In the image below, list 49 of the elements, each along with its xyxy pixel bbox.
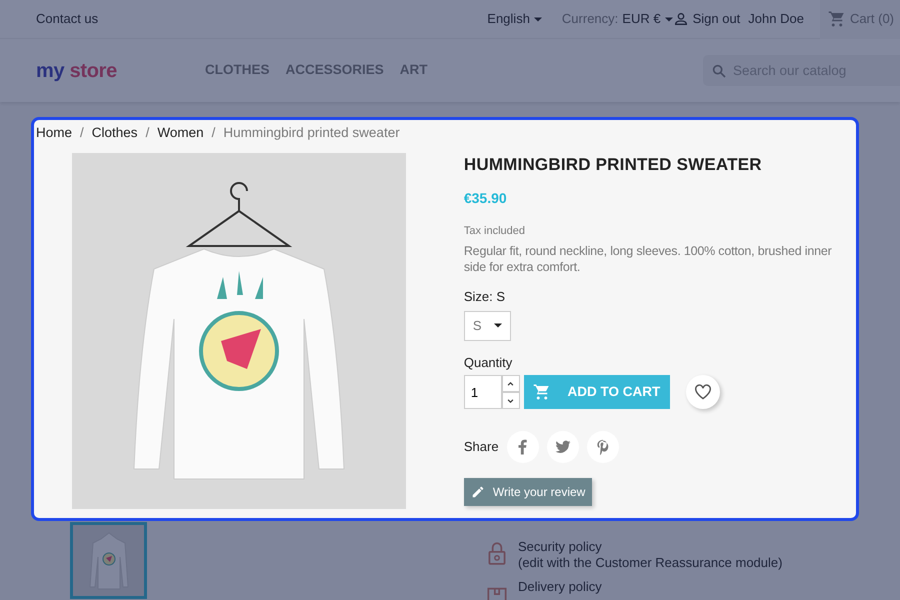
thumbnail[interactable] <box>70 522 147 599</box>
breadcrumb-link[interactable]: Clothes <box>92 123 138 144</box>
cart-icon <box>828 10 846 28</box>
breadcrumb-link[interactable]: Home <box>36 123 72 144</box>
breadcrumb-separator: / <box>146 124 150 142</box>
store-logo[interactable]: my store <box>36 56 205 86</box>
product-price: €35.90 <box>464 188 508 208</box>
caret-icon <box>534 16 542 22</box>
tax-note: Tax included <box>464 224 526 239</box>
product-title: HUMMINGBIRD PRINTED SWEATER <box>464 155 763 176</box>
contact-link[interactable]: Contact us <box>36 9 98 29</box>
increase-button[interactable] <box>502 375 520 392</box>
share-button[interactable] <box>586 431 619 464</box>
policy-title: Delivery policy <box>518 579 602 595</box>
chevron-up-icon <box>507 382 514 386</box>
decrease-button[interactable] <box>502 392 520 410</box>
size-select[interactable]: S <box>464 310 511 341</box>
language-dropdown[interactable]: English <box>487 9 542 29</box>
share-button[interactable] <box>546 431 579 464</box>
breadcrumb-link[interactable]: Women <box>157 123 204 144</box>
quantity-field[interactable]: 1 <box>464 375 502 410</box>
breadcrumb-separator: / <box>212 124 216 142</box>
caret-icon <box>494 323 502 328</box>
product-description: Regular fit, round neckline, long sleeves. 100% cotton, brushed inner side for extra comfort. <box>464 243 833 276</box>
share-label: Share <box>464 438 499 456</box>
share-button[interactable] <box>506 431 539 464</box>
sweater-drawing <box>88 530 128 590</box>
chevron-down-icon <box>507 398 514 403</box>
size-label: Size: S <box>464 288 506 306</box>
wishlist-button[interactable] <box>686 375 720 410</box>
user-name: John Doe <box>748 10 804 28</box>
cart-icon <box>533 383 552 402</box>
nav-link[interactable]: ART <box>400 60 428 81</box>
nav-link[interactable]: CLOTHES <box>205 60 270 81</box>
sign-out-link[interactable]: Sign out <box>672 9 740 29</box>
breadcrumb-separator: / <box>80 124 84 142</box>
policy-note: (edit with the Customer Reassurance module) <box>518 555 782 571</box>
nav-link[interactable]: ACCESSORIES <box>286 60 384 81</box>
write-review-button[interactable]: Write your review <box>464 478 592 506</box>
quantity-label: Quantity <box>464 354 512 372</box>
add-to-cart-button[interactable]: ADD TO CART <box>524 375 670 410</box>
breadcrumb-current: Hummingbird printed sweater <box>223 124 400 142</box>
pencil-icon <box>470 485 485 500</box>
currency-dropdown[interactable]: Currency: EUR € <box>562 9 673 29</box>
person-icon <box>672 11 689 27</box>
heart-icon <box>694 384 712 400</box>
policy-title: Security policy <box>518 539 603 555</box>
cart-link[interactable]: Cart (0) <box>820 0 900 38</box>
caret-icon <box>664 16 673 22</box>
